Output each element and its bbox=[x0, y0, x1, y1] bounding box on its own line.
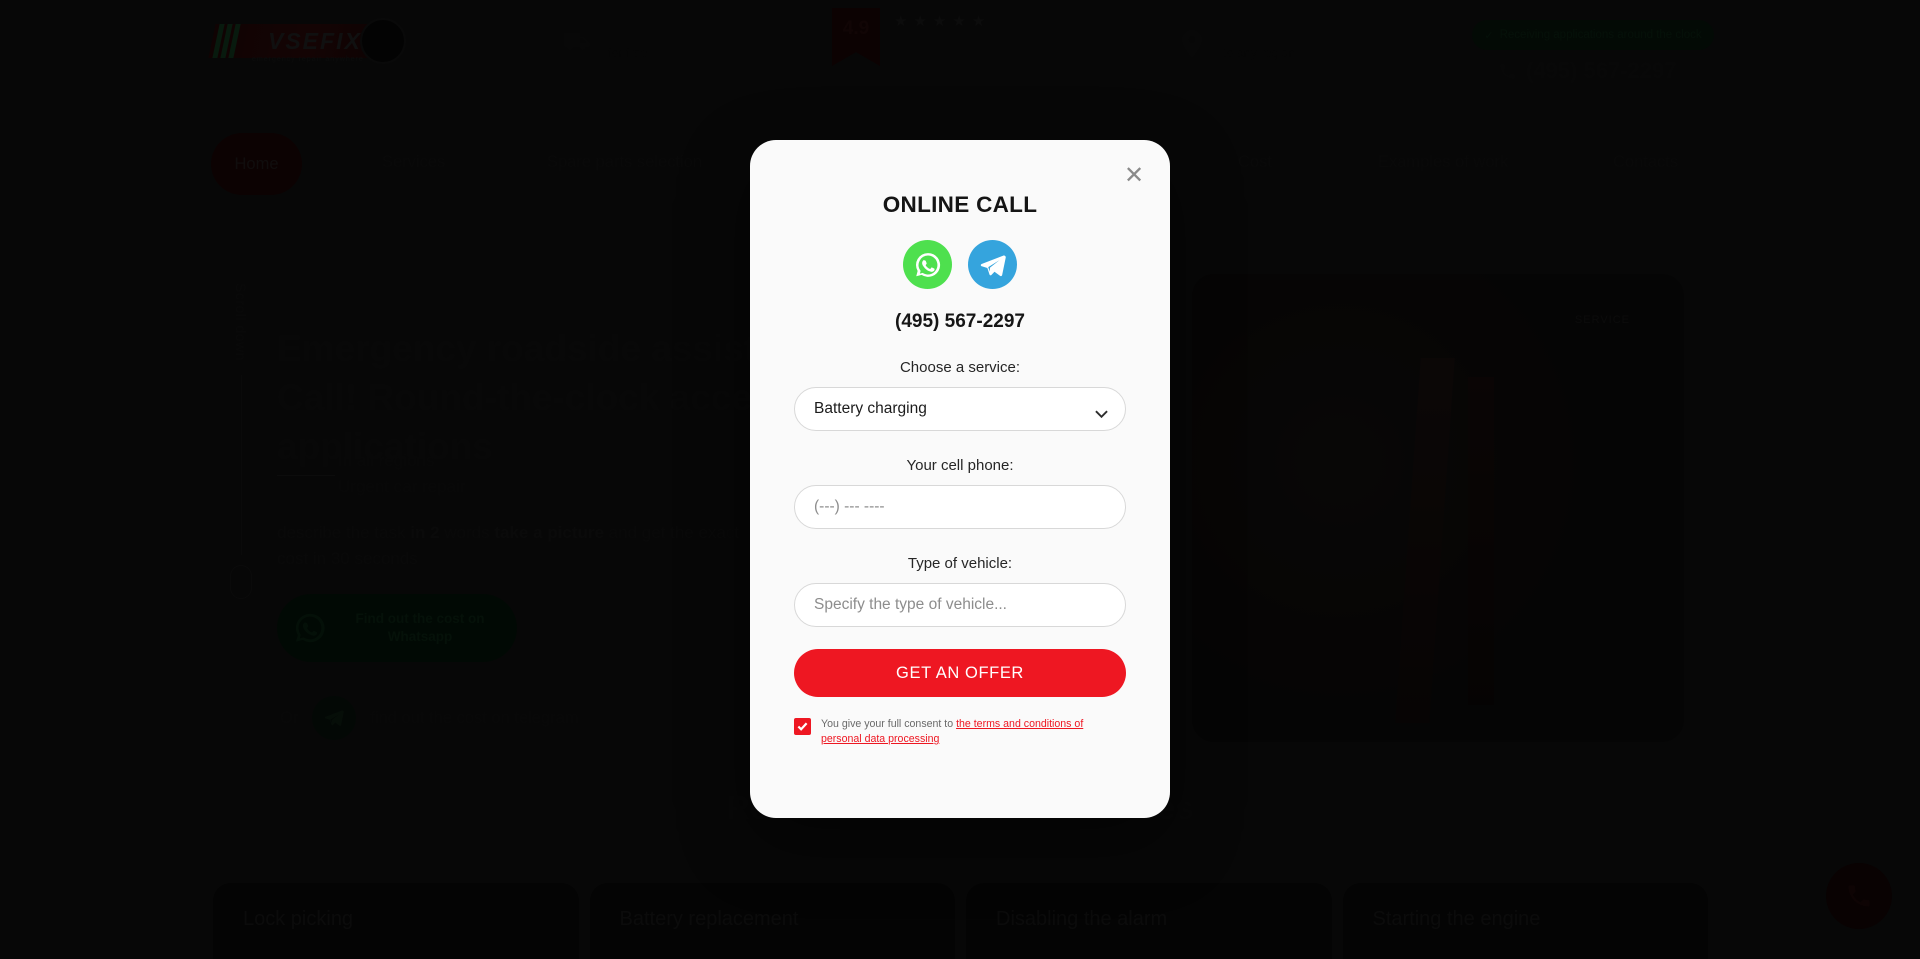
vehicle-field-label: Type of vehicle: bbox=[907, 555, 1013, 572]
consent-text-pre: You give your full consent to bbox=[821, 718, 957, 730]
service-select-wrapper: Battery charging bbox=[794, 387, 1126, 431]
modal-phone-number[interactable]: (495) 567-2297 bbox=[794, 311, 1126, 333]
modal-title: ONLINE CALL bbox=[882, 192, 1038, 217]
phone-field-label: Your cell phone: bbox=[906, 457, 1014, 474]
consent-row: You give your full consent to the terms … bbox=[794, 717, 1126, 747]
phone-input[interactable] bbox=[794, 485, 1126, 529]
online-call-modal: ✕ ONLINE CALL (495) 567-2297 Choose a se… bbox=[750, 140, 1170, 818]
page-root: VSEFIX emergency repair anywhere Call a … bbox=[0, 0, 1920, 959]
check-icon bbox=[797, 722, 808, 731]
vehicle-type-input[interactable] bbox=[794, 583, 1126, 627]
consent-text: You give your full consent to the terms … bbox=[821, 717, 1126, 747]
consent-checkbox[interactable] bbox=[794, 718, 811, 735]
close-icon[interactable]: ✕ bbox=[1120, 162, 1148, 190]
get-an-offer-button[interactable]: GET AN OFFER bbox=[794, 649, 1126, 697]
service-field-label: Choose a service: bbox=[899, 359, 1021, 376]
telegram-icon[interactable] bbox=[968, 240, 1017, 289]
whatsapp-icon[interactable] bbox=[903, 240, 952, 289]
service-select[interactable]: Battery charging bbox=[794, 387, 1126, 431]
modal-social-buttons bbox=[794, 240, 1126, 289]
